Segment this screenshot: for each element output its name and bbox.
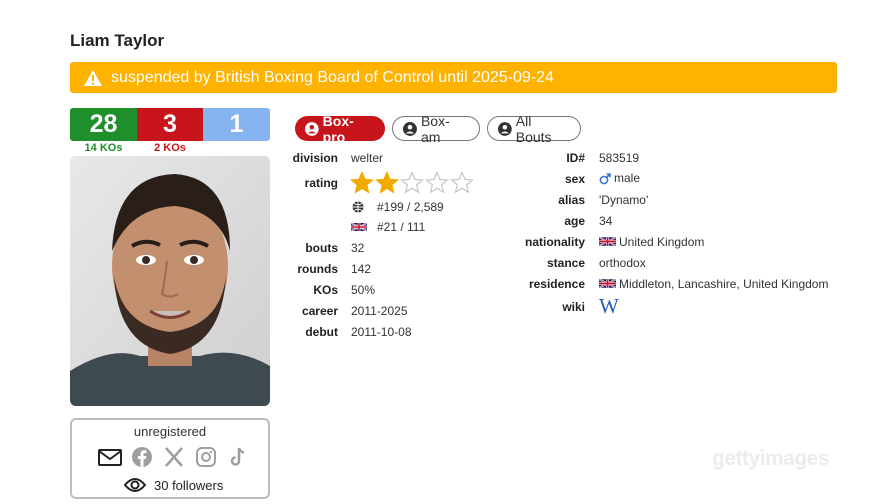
user-circle-icon xyxy=(403,121,417,136)
stance-value: orthodox xyxy=(599,256,646,270)
career-value: 2011-2025 xyxy=(351,304,408,318)
stance-label: stance xyxy=(546,256,585,270)
tab-box-pro[interactable]: Box-pro xyxy=(295,113,385,145)
tiktok-icon[interactable] xyxy=(226,445,250,469)
wiki-label: wiki xyxy=(562,300,585,314)
division-label: division xyxy=(292,151,338,165)
rounds-value: 142 xyxy=(351,262,372,276)
bouts-label: bouts xyxy=(305,241,338,255)
facebook-icon[interactable] xyxy=(130,445,154,469)
losses-ko-count: 2 KOs xyxy=(154,142,186,154)
residence-label: residence xyxy=(528,277,585,291)
social-box: unregistered 30 followers xyxy=(70,418,270,499)
nationality-value[interactable]: United Kingdom xyxy=(599,235,704,249)
age-label: age xyxy=(564,214,585,228)
kos-value: 50% xyxy=(351,283,376,297)
record-tabs: Box-pro Box-am All Bouts xyxy=(295,113,581,145)
tab-all-bouts[interactable]: All Bouts xyxy=(487,113,581,145)
warning-icon xyxy=(84,69,102,86)
rating-stars xyxy=(350,171,474,194)
star-filled-icon xyxy=(375,171,399,194)
bouts-value: 32 xyxy=(351,241,365,255)
age-value: 34 xyxy=(599,214,613,228)
career-label: career xyxy=(301,304,338,318)
registration-status: unregistered xyxy=(133,424,207,439)
uk-flag-icon xyxy=(351,222,367,232)
star-empty-icon xyxy=(400,171,424,194)
id-value: 583519 xyxy=(599,151,640,165)
wins-ko-count: 14 KOs xyxy=(84,142,123,154)
losses-count[interactable]: 3 xyxy=(137,108,203,141)
record-summary: 28 3 1 xyxy=(70,108,270,141)
rating-label: rating xyxy=(304,176,338,190)
alias-value: 'Dynamo' xyxy=(599,193,649,207)
nationality-label: nationality xyxy=(524,235,585,249)
watermark: gettyimages xyxy=(712,447,830,470)
debut-label: debut xyxy=(305,325,338,339)
residence-text: Middleton, Lancashire, United Kingdom xyxy=(619,277,829,291)
sex-value: male xyxy=(599,171,640,185)
kos-label: KOs xyxy=(313,283,338,297)
country-rank-text: #21 / 111 xyxy=(377,220,426,234)
tab-box-am[interactable]: Box-am xyxy=(392,113,480,145)
draws-count[interactable]: 1 xyxy=(203,108,270,141)
tab-label: Box-am xyxy=(420,112,450,145)
star-filled-icon xyxy=(350,171,374,194)
uk-flag-icon xyxy=(599,278,616,289)
eye-icon xyxy=(124,478,146,492)
suspension-text: suspended by British Boxing Board of Con… xyxy=(111,68,554,86)
tab-label: All Bouts xyxy=(515,112,552,145)
suspension-banner: suspended by British Boxing Board of Con… xyxy=(70,62,837,93)
boxer-photo xyxy=(70,156,270,406)
world-rank[interactable]: #199 / 2,589 xyxy=(351,200,444,214)
male-icon xyxy=(599,172,611,184)
id-label: ID# xyxy=(566,151,585,165)
alias-label: alias xyxy=(558,193,585,207)
residence-value[interactable]: Middleton, Lancashire, United Kingdom xyxy=(599,277,828,291)
social-icons xyxy=(98,445,250,469)
tab-label: Box-pro xyxy=(322,112,354,145)
debut-value[interactable]: 2011-10-08 xyxy=(351,325,412,339)
globe-icon xyxy=(352,201,364,213)
sex-label: sex xyxy=(564,172,585,186)
instagram-icon[interactable] xyxy=(194,445,218,469)
x-icon[interactable] xyxy=(162,445,186,469)
followers-count: 30 followers xyxy=(154,477,224,493)
star-empty-icon xyxy=(450,171,474,194)
wins-count[interactable]: 28 xyxy=(70,108,137,141)
star-empty-icon xyxy=(425,171,449,194)
boxer-name: Liam Taylor xyxy=(70,31,165,50)
country-rank[interactable]: #21 / 111 xyxy=(351,220,425,234)
rounds-label: rounds xyxy=(297,262,338,276)
envelope-icon[interactable] xyxy=(98,445,122,469)
followers[interactable]: 30 followers xyxy=(124,477,223,493)
user-circle-icon xyxy=(305,121,319,136)
uk-flag-icon xyxy=(599,236,616,247)
sex-text: male xyxy=(614,171,641,185)
world-rank-text: #199 / 2,589 xyxy=(377,200,444,214)
nationality-text: United Kingdom xyxy=(619,235,705,249)
user-circle-icon xyxy=(498,121,512,136)
division-value[interactable]: welter xyxy=(351,151,383,165)
wikipedia-icon[interactable]: W xyxy=(599,294,619,319)
